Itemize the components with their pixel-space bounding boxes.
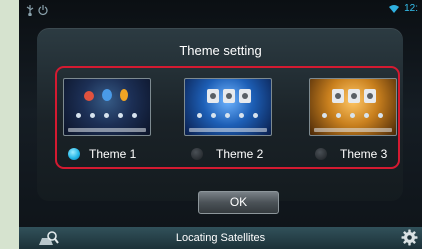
status-icons-right: 12:	[388, 3, 418, 15]
gps-status-text: Locating Satellites	[175, 232, 266, 244]
dialog-title: Theme setting	[179, 43, 262, 58]
theme-2-preview[interactable]	[184, 78, 272, 136]
gear-icon[interactable]	[401, 229, 418, 246]
screen: 12: Theme setting Theme 1 Theme 2 Theme …	[19, 0, 422, 249]
status-icons-left	[25, 3, 51, 21]
theme-1-preview[interactable]	[63, 78, 151, 136]
theme-1-label[interactable]: Theme 1	[89, 147, 136, 162]
clock: 12:	[404, 3, 418, 14]
ok-button[interactable]: OK	[198, 191, 279, 214]
power-icon	[38, 5, 48, 15]
theme-3-label[interactable]: Theme 3	[340, 147, 387, 162]
theme-2-radio[interactable]	[191, 148, 203, 160]
bottom-bar: Locating Satellites	[19, 227, 422, 249]
theme-3-radio[interactable]	[315, 148, 327, 160]
usb-icon	[26, 5, 34, 17]
theme-2-label[interactable]: Theme 2	[216, 147, 263, 162]
theme-1-radio[interactable]	[68, 148, 80, 160]
wifi-icon	[389, 5, 400, 13]
status-bar: 12:	[19, 0, 422, 18]
theme-3-preview[interactable]	[309, 78, 397, 136]
